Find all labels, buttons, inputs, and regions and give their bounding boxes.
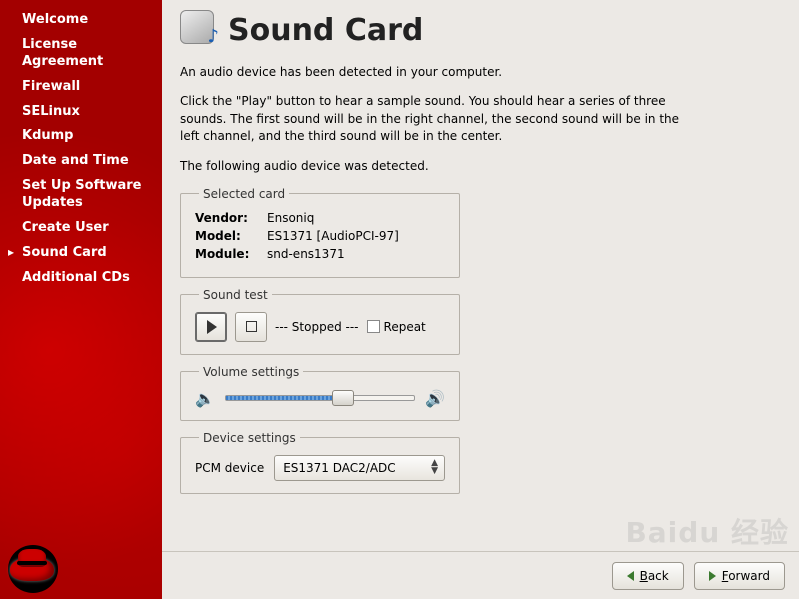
- sidebar-item-updates[interactable]: Set Up Software Updates: [0, 174, 162, 216]
- sidebar-item-kdump[interactable]: Kdump: [0, 124, 162, 149]
- repeat-label: Repeat: [384, 320, 426, 334]
- arrow-left-icon: [627, 571, 634, 581]
- vendor-label: Vendor:: [195, 211, 267, 225]
- intro-text: An audio device has been detected in you…: [180, 64, 680, 81]
- volume-slider[interactable]: [225, 395, 415, 401]
- arrow-right-icon: [709, 571, 716, 581]
- sidebar-item-create-user[interactable]: Create User: [0, 216, 162, 241]
- pcm-device-selected: ES1371 DAC2/ADC: [283, 461, 395, 475]
- page-title: Sound Card: [228, 13, 423, 48]
- repeat-checkbox[interactable]: [367, 320, 380, 333]
- bottom-bar: Back Forward: [162, 551, 799, 599]
- stop-button[interactable]: [235, 312, 267, 342]
- instructions-text: Click the "Play" button to hear a sample…: [180, 93, 680, 145]
- back-button[interactable]: Back: [612, 562, 684, 590]
- sound-test-group: Sound test --- Stopped --- Repeat: [180, 288, 460, 355]
- speaker-high-icon: 🔊: [425, 389, 445, 408]
- pcm-device-dropdown[interactable]: ES1371 DAC2/ADC ▲▼: [274, 455, 445, 481]
- main-content: Sound Card An audio device has been dete…: [162, 0, 799, 599]
- detected-text: The following audio device was detected.: [180, 158, 680, 175]
- volume-group: Volume settings 🔈 🔊: [180, 365, 460, 421]
- sidebar: Welcome License Agreement Firewall SELin…: [0, 0, 162, 599]
- back-label: ack: [648, 569, 669, 583]
- sidebar-item-license[interactable]: License Agreement: [0, 33, 162, 75]
- stop-icon: [246, 321, 257, 332]
- selected-card-legend: Selected card: [199, 187, 289, 201]
- sound-card-icon: [180, 10, 220, 50]
- forward-button[interactable]: Forward: [694, 562, 785, 590]
- redhat-logo: [8, 543, 68, 591]
- volume-fill: [226, 396, 343, 400]
- sidebar-item-welcome[interactable]: Welcome: [0, 8, 162, 33]
- volume-thumb[interactable]: [332, 390, 354, 406]
- selected-card-group: Selected card Vendor: Ensoniq Model: ES1…: [180, 187, 460, 278]
- sidebar-item-sound-card[interactable]: Sound Card: [0, 241, 162, 266]
- playback-status: --- Stopped ---: [275, 320, 359, 334]
- sidebar-item-additional-cds[interactable]: Additional CDs: [0, 266, 162, 291]
- vendor-value: Ensoniq: [267, 211, 445, 225]
- sound-test-legend: Sound test: [199, 288, 272, 302]
- speaker-low-icon: 🔈: [195, 389, 215, 408]
- dropdown-arrow-icon: ▲▼: [431, 459, 438, 475]
- sidebar-item-datetime[interactable]: Date and Time: [0, 149, 162, 174]
- pcm-device-label: PCM device: [195, 461, 264, 475]
- module-value: snd-ens1371: [267, 247, 445, 261]
- watermark: Baidu 经验: [625, 511, 789, 551]
- forward-label: orward: [728, 569, 770, 583]
- sidebar-item-firewall[interactable]: Firewall: [0, 75, 162, 100]
- volume-legend: Volume settings: [199, 365, 303, 379]
- module-label: Module:: [195, 247, 267, 261]
- play-button[interactable]: [195, 312, 227, 342]
- play-icon: [207, 320, 217, 334]
- device-legend: Device settings: [199, 431, 300, 445]
- model-label: Model:: [195, 229, 267, 243]
- model-value: ES1371 [AudioPCI-97]: [267, 229, 445, 243]
- sidebar-item-selinux[interactable]: SELinux: [0, 100, 162, 125]
- device-group: Device settings PCM device ES1371 DAC2/A…: [180, 431, 460, 494]
